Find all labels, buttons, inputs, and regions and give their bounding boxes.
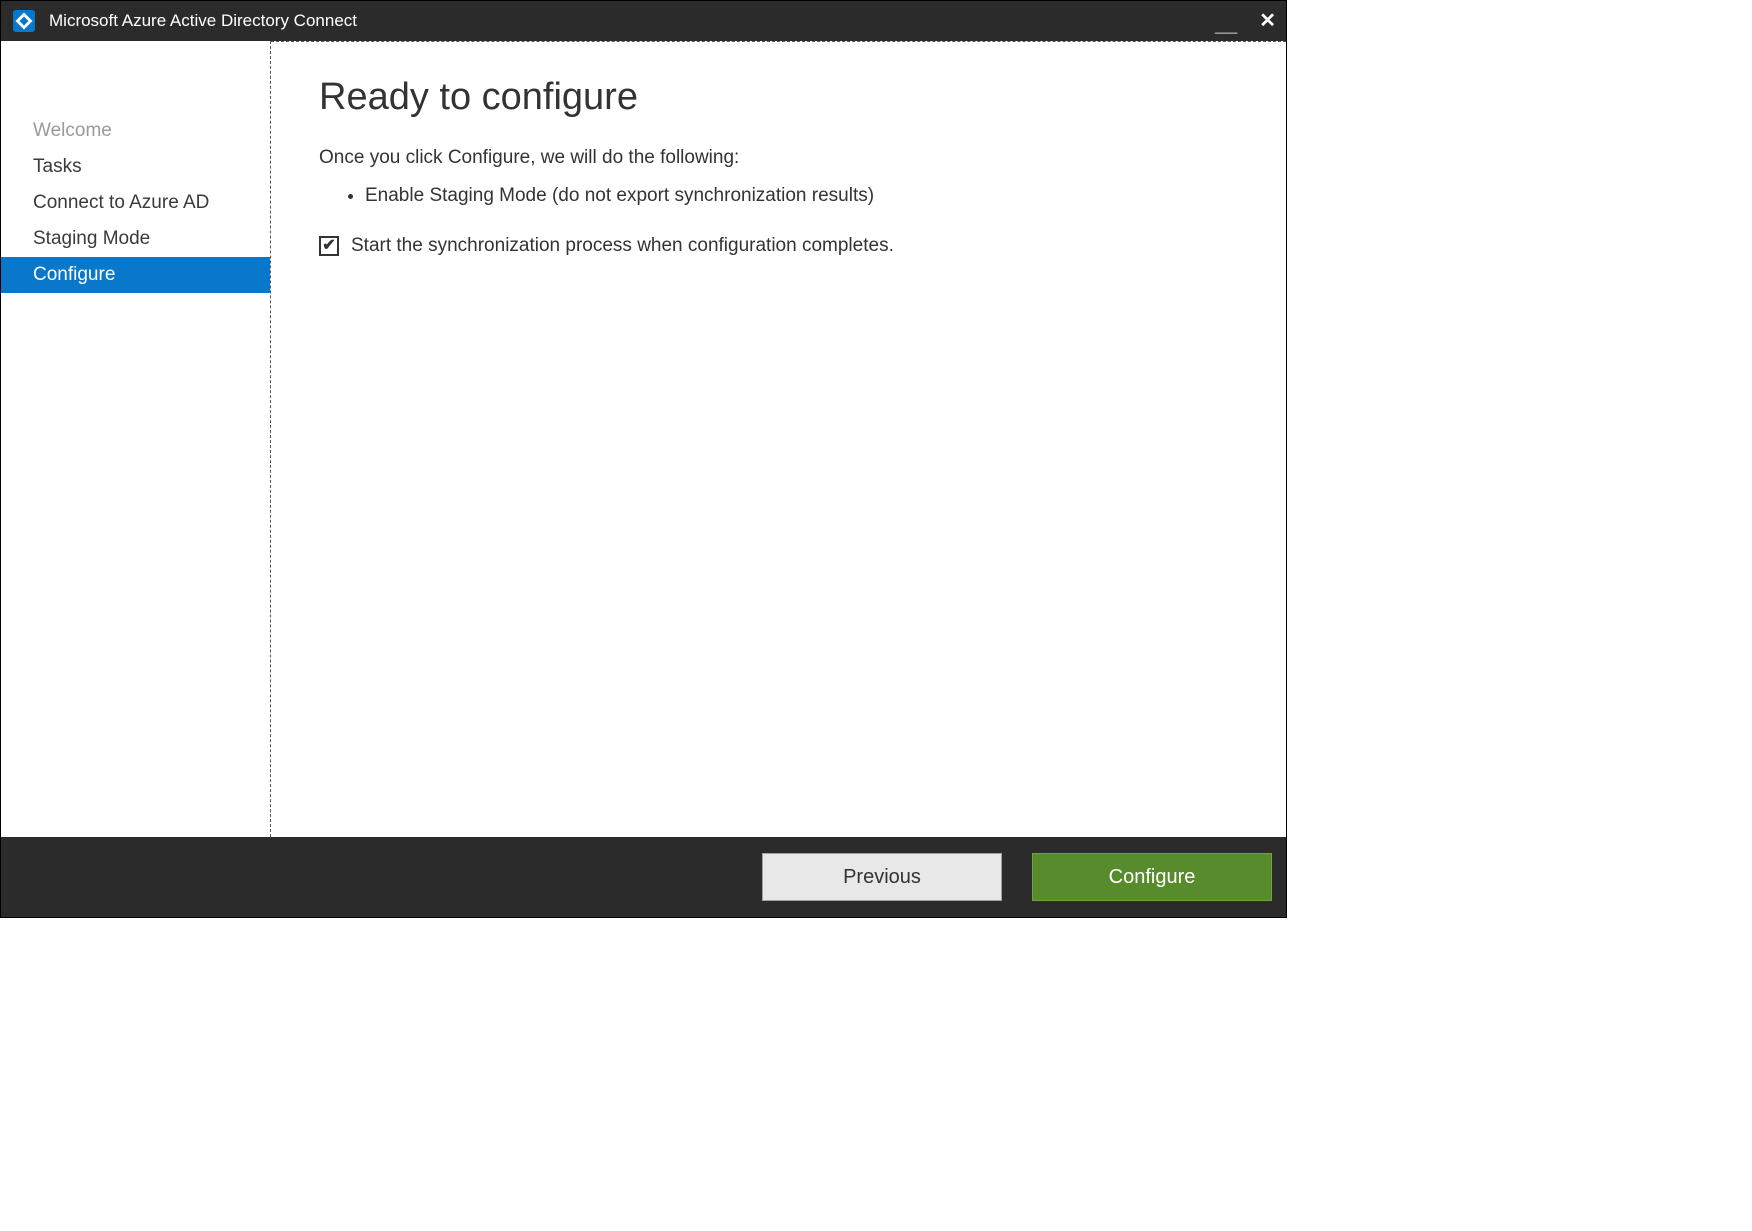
checkbox-icon[interactable]: ✔ [319, 236, 339, 256]
start-sync-checkbox-row[interactable]: ✔ Start the synchronization process when… [319, 235, 1238, 257]
action-list-item: Enable Staging Mode (do not export synch… [365, 183, 1238, 209]
action-list: Enable Staging Mode (do not export synch… [365, 183, 1238, 209]
content-pane: Ready to configure Once you click Config… [271, 41, 1286, 837]
window-title: Microsoft Azure Active Directory Connect [49, 11, 1215, 31]
app-window: Microsoft Azure Active Directory Connect… [0, 0, 1287, 918]
intro-text: Once you click Configure, we will do the… [319, 147, 1238, 169]
app-logo-icon [11, 8, 37, 34]
configure-button[interactable]: Configure [1032, 853, 1272, 901]
sidebar-item-connect-to-azure-ad[interactable]: Connect to Azure AD [1, 185, 270, 221]
sidebar-item-tasks[interactable]: Tasks [1, 149, 270, 185]
sidebar-item-configure[interactable]: Configure [1, 257, 270, 293]
footer-bar: Previous Configure [1, 837, 1286, 917]
page-heading: Ready to configure [319, 76, 1238, 119]
main-body: Welcome Tasks Connect to Azure AD Stagin… [1, 41, 1286, 837]
window-controls: __ ✕ [1215, 11, 1276, 31]
minimize-button[interactable]: __ [1215, 15, 1237, 35]
close-button[interactable]: ✕ [1259, 11, 1276, 31]
sidebar-item-welcome[interactable]: Welcome [1, 113, 270, 149]
previous-button[interactable]: Previous [762, 853, 1002, 901]
checkbox-label: Start the synchronization process when c… [351, 235, 894, 257]
sidebar-item-staging-mode[interactable]: Staging Mode [1, 221, 270, 257]
titlebar[interactable]: Microsoft Azure Active Directory Connect… [1, 1, 1286, 41]
wizard-sidebar: Welcome Tasks Connect to Azure AD Stagin… [1, 41, 271, 837]
